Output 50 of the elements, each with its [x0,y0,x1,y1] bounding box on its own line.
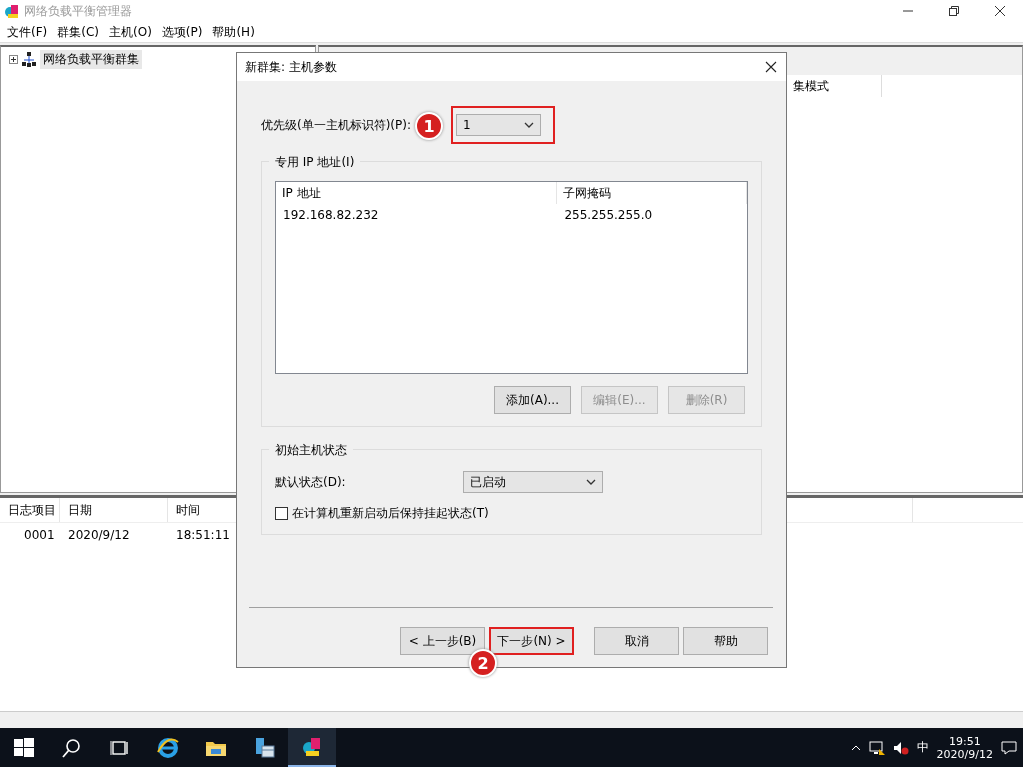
caret-icon [524,122,534,128]
dialog-button[interactable]: 取消 [594,627,679,655]
expand-icon[interactable] [9,55,18,64]
menu-item[interactable]: 选项(P) [156,23,208,41]
table-cell: 0001 [24,528,55,542]
state-dropdown[interactable]: 已启动 [463,471,603,493]
network-icon[interactable] [868,740,885,755]
table-cell: 2020/9/12 [68,528,130,542]
menu-item[interactable]: 主机(O) [104,23,157,41]
clock-time[interactable]: 19:51 [948,734,981,748]
caret-icon [586,479,596,485]
field-label: 优先级(单一主机标识符)(P): [261,116,411,134]
table-cell: 18:51:11 [176,528,230,542]
network-icon [21,51,37,68]
menu-item[interactable]: 帮助(H) [207,23,260,41]
field-label: 默认状态(D): [275,473,347,491]
app-icon [4,3,20,19]
menu-item[interactable]: 群集(C) [52,23,104,41]
action-button[interactable]: 添加(A)... [494,386,571,414]
group-label: 专用 IP 地址(I) [269,154,361,171]
window-title: 网络负载平衡管理器 [24,2,133,20]
chevron-up-icon[interactable] [850,744,861,751]
notification-icon[interactable] [1001,739,1017,756]
dialog-button[interactable]: 下一步(N) > [489,627,574,655]
app-button[interactable] [288,728,336,767]
browser-icon [156,735,180,760]
column-header[interactable]: 日期 [60,498,168,522]
menu-item[interactable]: 文件(F) [2,23,53,41]
column-header[interactable]: 子网掩码 [557,182,747,204]
restore-icon [949,6,959,16]
priority-dropdown[interactable]: 1 [456,114,541,136]
column-header[interactable]: IP 地址 [276,182,558,204]
speaker-icon[interactable] [892,740,909,755]
table-cell: 192.168.82.232 [283,208,379,222]
close-icon [995,6,1005,16]
dialog-title: 新群集: 主机参数 [245,58,338,76]
dialog-button[interactable]: 帮助 [683,627,768,655]
checkbox[interactable] [275,507,288,520]
table-cell: 255.255.255.0 [564,208,653,222]
close-icon [765,61,777,73]
ime-indicator[interactable]: 中 [916,739,929,756]
start-icon [12,735,36,760]
clock-date[interactable]: 2020/9/12 [936,747,993,761]
checkbox-label[interactable]: 在计算机重新启动后保持挂起状态(T) [292,505,489,522]
callout-marker: 1 [415,112,443,140]
column-header[interactable]: 集模式 [791,75,882,97]
group-label: 初始主机状态 [269,442,353,459]
column-header[interactable]: 日志项目 [0,498,60,522]
tree-item[interactable]: 网络负载平衡群集 [40,50,142,69]
dialog-button[interactable]: < 上一步(B) [400,627,485,655]
